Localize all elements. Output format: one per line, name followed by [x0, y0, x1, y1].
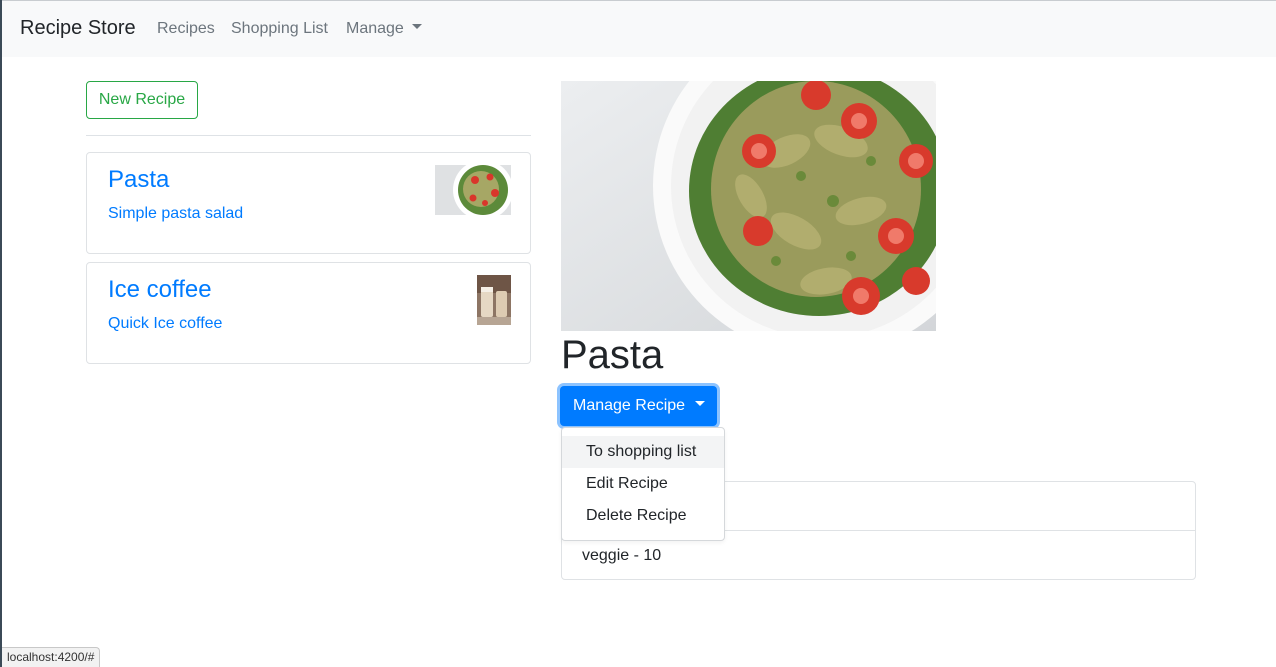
recipe-list-item[interactable]: Ice coffee Quick Ice coffee — [86, 262, 531, 364]
recipe-detail-title: Pasta — [561, 333, 664, 377]
recipe-list-item[interactable]: Pasta Simple pasta salad — [86, 152, 531, 254]
delete-recipe-menu-item[interactable]: Delete Recipe — [562, 500, 724, 532]
manage-recipe-dropdown-menu: To shopping list Edit Recipe Delete Reci… — [561, 427, 725, 541]
recipe-item-description: Quick Ice coffee — [108, 315, 223, 332]
status-bar-url: localhost:4200/# — [2, 647, 101, 667]
list-divider — [86, 135, 531, 136]
nav-recipes[interactable]: Recipes — [157, 20, 215, 38]
to-shopping-list-menu-item[interactable]: To shopping list — [562, 436, 724, 468]
recipe-item-name: Pasta — [108, 166, 170, 193]
caret-down-icon — [411, 24, 422, 30]
recipe-item-description: Simple pasta salad — [108, 205, 244, 222]
edit-recipe-menu-item[interactable]: Edit Recipe — [562, 468, 724, 500]
browser-viewport: Recipe Store Recipes Shopping List Manag… — [0, 0, 1276, 667]
top-navbar: Recipe Store Recipes Shopping List Manag… — [2, 0, 1276, 57]
brand-link[interactable]: Recipe Store — [20, 17, 136, 40]
nav-manage-label: Manage — [346, 20, 404, 37]
nav-shopping-list[interactable]: Shopping List — [231, 20, 328, 38]
new-recipe-button[interactable]: New Recipe — [86, 81, 198, 119]
recipe-thumbnail-ice-coffee — [477, 275, 511, 325]
manage-recipe-label: Manage Recipe — [573, 397, 686, 414]
recipe-detail-image — [561, 81, 936, 331]
recipe-thumbnail-pasta — [435, 165, 511, 215]
recipe-item-name: Ice coffee — [108, 276, 212, 303]
nav-manage-dropdown[interactable]: Manage — [346, 20, 422, 38]
manage-recipe-button[interactable]: Manage Recipe — [560, 386, 717, 426]
caret-down-icon — [695, 401, 706, 407]
